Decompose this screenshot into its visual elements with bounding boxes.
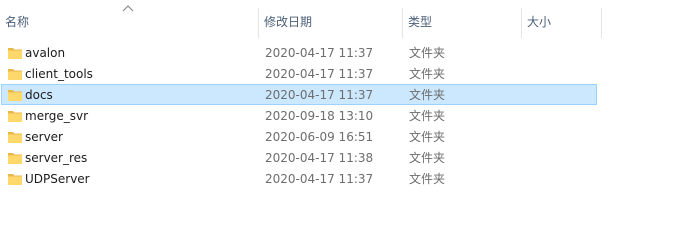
file-modified-date: 2020-06-09 16:51 [265,130,374,144]
file-type: 文件夹 [409,46,446,60]
column-header-modified[interactable]: 修改日期 [259,0,402,40]
file-modified-date: 2020-04-17 11:37 [265,46,374,60]
column-header-name[interactable]: 名称 [0,0,258,40]
file-name: client_tools [25,67,93,81]
file-name: docs [25,88,53,102]
file-type: 文件夹 [409,109,446,123]
column-header-bar: 名称 修改日期 类型 大小 [0,0,692,40]
folder-icon [8,69,22,80]
folder-icon [8,132,22,143]
file-name: avalon [25,46,66,60]
file-name: merge_svr [25,109,89,123]
file-type: 文件夹 [409,172,446,186]
list-item[interactable]: server 2020-06-09 16:51 文件夹 [1,126,597,147]
column-header-size[interactable]: 大小 [522,0,601,40]
list-item[interactable]: server_res 2020-04-17 11:38 文件夹 [1,147,597,168]
folder-icon [8,111,22,122]
file-modified-date: 2020-04-17 11:37 [265,67,374,81]
list-item[interactable]: docs 2020-04-17 11:37 文件夹 [1,84,597,105]
list-item[interactable]: UDPServer 2020-04-17 11:37 文件夹 [1,168,597,189]
file-type: 文件夹 [409,151,446,165]
file-type: 文件夹 [409,130,446,144]
list-item[interactable]: client_tools 2020-04-17 11:37 文件夹 [1,63,597,84]
file-type: 文件夹 [409,67,446,81]
file-modified-date: 2020-04-17 11:37 [265,172,374,186]
column-divider[interactable] [601,8,602,38]
file-name: server_res [25,151,88,165]
folder-icon [8,153,22,164]
file-name: server [25,130,63,144]
file-modified-date: 2020-04-17 11:37 [265,88,374,102]
folder-icon [8,90,22,101]
list-item[interactable]: avalon 2020-04-17 11:37 文件夹 [1,42,597,63]
column-header-type[interactable]: 类型 [403,0,521,40]
folder-icon [8,48,22,59]
file-modified-date: 2020-04-17 11:38 [265,151,374,165]
list-item[interactable]: merge_svr 2020-09-18 13:10 文件夹 [1,105,597,126]
file-name: UDPServer [25,172,90,186]
file-modified-date: 2020-09-18 13:10 [265,109,374,123]
file-type: 文件夹 [409,88,446,102]
folder-icon [8,174,22,185]
